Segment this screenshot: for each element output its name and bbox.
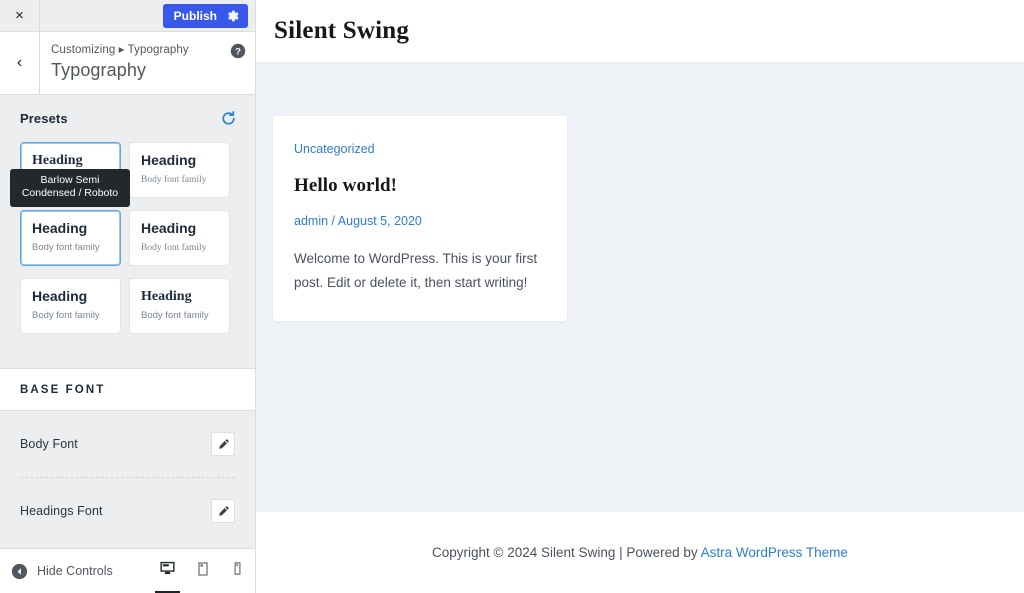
preset-tooltip: Barlow Semi Condensed / Roboto — [10, 169, 130, 207]
post-meta-separator: / — [328, 213, 338, 228]
customizer-topbar: × Publish — [0, 0, 255, 32]
post-date-link[interactable]: August 5, 2020 — [338, 214, 422, 228]
close-icon: × — [15, 7, 24, 24]
customizer-footer: Hide Controls — [0, 548, 255, 593]
post-author-link[interactable]: admin — [294, 214, 328, 228]
headings-font-edit-button[interactable] — [211, 499, 235, 523]
svg-text:?: ? — [235, 47, 241, 58]
astra-theme-link[interactable]: Astra WordPress Theme — [701, 545, 848, 560]
preset-heading-sample: Heading — [32, 153, 83, 168]
post-excerpt: Welcome to WordPress. This is your first… — [294, 251, 538, 291]
preset-card-3[interactable]: Heading Body font family — [20, 210, 121, 266]
site-footer: Copyright © 2024 Silent Swing | Powered … — [256, 511, 1024, 593]
preset-heading-sample: Heading — [32, 288, 88, 304]
preset-body-sample: Body font family — [32, 309, 100, 321]
device-preview-switcher — [150, 549, 255, 593]
base-font-rows: Body Font Headings Font — [0, 411, 255, 544]
customizer-sidebar: × Publish ‹ Customizing ▸ Typography Typ… — [0, 0, 256, 593]
preset-heading-sample: Heading — [141, 289, 192, 304]
customizer-screen: × Publish ‹ Customizing ▸ Typography Typ… — [0, 0, 1024, 593]
base-font-section-header: BASE FONT — [0, 368, 255, 411]
post-title[interactable]: Hello world! — [294, 175, 541, 198]
tablet-icon — [195, 561, 211, 582]
preset-heading-sample: Heading — [141, 152, 197, 168]
publish-area: Publish — [162, 0, 255, 31]
site-main-content: Uncategorized Hello world! admin / Augus… — [256, 63, 1024, 511]
gear-icon[interactable] — [227, 10, 239, 22]
base-font-section-title: BASE FONT — [20, 384, 106, 396]
body-font-edit-button[interactable] — [211, 432, 235, 456]
panel-header: ‹ Customizing ▸ Typography Typography ? — [0, 32, 255, 95]
preset-card-6[interactable]: Heading Body font family — [129, 278, 230, 334]
presets-header: Presets — [20, 110, 241, 127]
preset-body-sample: Body font family — [141, 242, 207, 253]
hide-controls-button[interactable]: Hide Controls — [0, 563, 113, 580]
site-header: Silent Swing — [256, 0, 1024, 63]
desktop-icon — [159, 560, 176, 582]
presets-section: Presets Heading Body font family H — [0, 95, 255, 350]
page-title: Typography — [51, 60, 147, 81]
device-desktop-button[interactable] — [150, 549, 185, 593]
preset-card-5[interactable]: Heading Body font family — [20, 278, 121, 334]
preset-body-sample: Body font family — [141, 309, 209, 321]
post-meta: admin / August 5, 2020 — [294, 213, 541, 229]
post-card: Uncategorized Hello world! admin / Augus… — [273, 116, 567, 322]
chevron-left-icon: ‹ — [16, 54, 23, 71]
site-preview[interactable]: Silent Swing Uncategorized Hello world! … — [256, 0, 1024, 593]
footer-copyright: Copyright © 2024 Silent Swing | Powered … — [432, 545, 848, 560]
controls-scroll-area[interactable]: Presets Heading Body font family H — [0, 95, 255, 548]
preset-body-sample: Body font family — [32, 241, 100, 253]
hide-controls-label: Hide Controls — [37, 564, 113, 578]
publish-button-label: Publish — [173, 8, 217, 23]
presets-label: Presets — [20, 111, 68, 126]
collapse-left-icon — [11, 563, 28, 580]
body-font-row: Body Font — [20, 411, 235, 477]
device-tablet-button[interactable] — [185, 549, 220, 593]
headings-font-row: Headings Font — [20, 478, 235, 544]
site-title[interactable]: Silent Swing — [274, 17, 409, 45]
post-category-link[interactable]: Uncategorized — [294, 141, 375, 157]
reset-icon[interactable] — [220, 110, 237, 127]
preset-heading-sample: Heading — [32, 220, 88, 236]
body-font-label: Body Font — [20, 437, 78, 451]
preset-card-2[interactable]: Heading Body font family — [129, 142, 230, 198]
publish-button[interactable]: Publish — [162, 3, 248, 28]
panel-header-text: Customizing ▸ Typography Typography ? — [40, 32, 255, 94]
help-circle-icon[interactable]: ? — [230, 43, 246, 59]
preset-card-4[interactable]: Heading Body font family — [129, 210, 230, 266]
device-mobile-button[interactable] — [220, 549, 255, 593]
preset-heading-sample: Heading — [141, 220, 197, 236]
breadcrumb: Customizing ▸ Typography — [51, 44, 189, 56]
close-customizer-button[interactable]: × — [0, 0, 40, 31]
footer-copyright-text: Copyright © 2024 Silent Swing | Powered … — [432, 545, 701, 560]
panel-back-button[interactable]: ‹ — [0, 32, 40, 94]
mobile-icon — [230, 561, 245, 581]
preset-body-sample: Body font family — [141, 174, 207, 185]
headings-font-label: Headings Font — [20, 504, 103, 518]
